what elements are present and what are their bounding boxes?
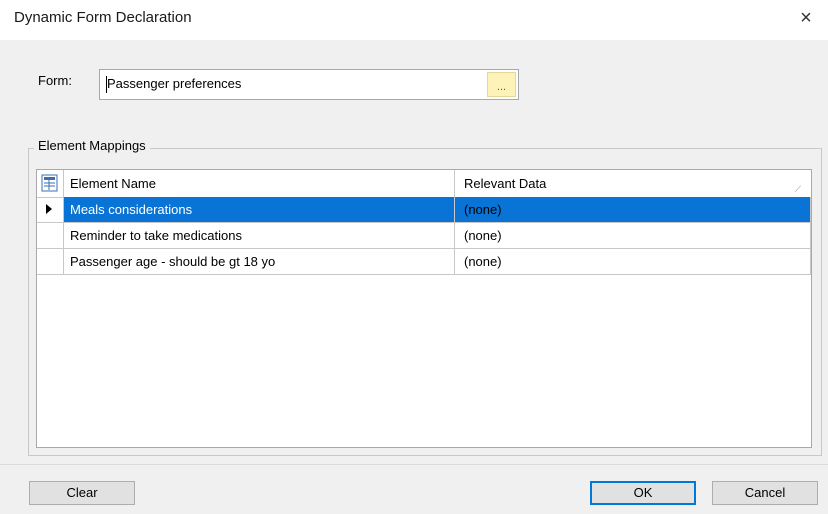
element-name-cell[interactable]: Reminder to take medications <box>63 223 455 249</box>
form-value: Passenger preferences <box>107 76 242 91</box>
ok-button[interactable]: OK <box>590 481 696 505</box>
close-icon: × <box>800 6 812 29</box>
dialog-body: Form: Passenger preferences ... Element … <box>0 40 828 514</box>
column-header-relevant-data[interactable]: Relevant Data ⟋ <box>455 170 811 197</box>
relevant-data-cell[interactable]: (none) <box>455 223 811 249</box>
row-header[interactable] <box>37 223 63 249</box>
table-row[interactable]: Passenger age - should be gt 18 yo (none… <box>37 249 811 275</box>
mappings-grid[interactable]: Element Name Relevant Data ⟋ Meals consi… <box>36 169 812 448</box>
grid-header: Element Name Relevant Data ⟋ <box>37 170 811 198</box>
clear-button[interactable]: Clear <box>29 481 135 505</box>
close-button[interactable]: × <box>792 4 820 32</box>
select-all-icon[interactable] <box>39 173 61 194</box>
column-header-element-name[interactable]: Element Name <box>63 170 455 197</box>
divider <box>0 464 828 465</box>
element-name-cell[interactable]: Passenger age - should be gt 18 yo <box>63 249 455 275</box>
dialog-title: Dynamic Form Declaration <box>14 9 192 26</box>
form-label: Form: <box>38 73 72 88</box>
title-bar: Dynamic Form Declaration × <box>0 0 828 40</box>
cancel-button[interactable]: Cancel <box>712 481 818 505</box>
form-field[interactable]: Passenger preferences ... <box>99 69 519 100</box>
column-header-label: Relevant Data <box>464 176 547 191</box>
row-header[interactable] <box>37 197 63 223</box>
element-name-cell[interactable]: Meals considerations <box>63 197 455 223</box>
table-row[interactable]: Reminder to take medications (none) <box>37 223 811 249</box>
browse-button[interactable]: ... <box>487 72 516 97</box>
relevant-data-cell[interactable]: (none) <box>455 249 811 275</box>
relevant-data-cell[interactable]: (none) <box>455 197 811 223</box>
current-row-icon <box>46 204 52 214</box>
row-header[interactable] <box>37 249 63 275</box>
table-row[interactable]: Meals considerations (none) <box>37 197 811 223</box>
group-title: Element Mappings <box>34 138 150 153</box>
